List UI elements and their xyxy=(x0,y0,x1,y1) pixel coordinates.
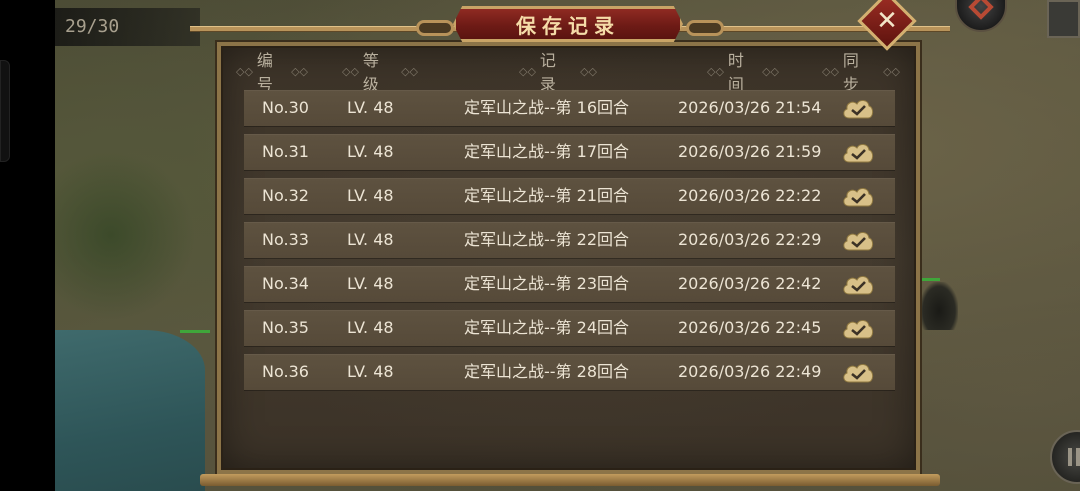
record-number: No.35 xyxy=(262,318,309,337)
record-level: LV. 48 xyxy=(347,318,394,337)
side-panel-button[interactable] xyxy=(1047,0,1080,38)
record-title: 定军山之战--第 16回合 xyxy=(464,98,629,117)
column-header-time: ◇◇ 时 间 ◇◇ xyxy=(707,51,779,94)
record-title: 定军山之战--第 28回合 xyxy=(464,362,629,381)
cloud-check-icon xyxy=(843,188,874,207)
record-level: LV. 48 xyxy=(347,186,394,205)
save-record-row[interactable]: No.33 LV. 48 定军山之战--第 22回合 2026/03/26 22… xyxy=(244,222,895,258)
cloud-check-icon xyxy=(843,144,874,163)
save-record-row[interactable]: No.34 LV. 48 定军山之战--第 23回合 2026/03/26 22… xyxy=(244,266,895,302)
cloud-check-icon xyxy=(843,364,874,383)
record-title: 定军山之战--第 24回合 xyxy=(464,318,629,337)
record-level: LV. 48 xyxy=(347,230,394,249)
record-time: 2026/03/26 21:59 xyxy=(678,142,822,161)
scroll-ornament-icon xyxy=(686,20,724,36)
column-header-number: ◇◇ 编 号 ◇◇ xyxy=(236,51,308,94)
record-number: No.34 xyxy=(262,274,309,293)
column-header-record: ◇◇ 记 录 ◇◇ xyxy=(519,51,597,94)
record-level: LV. 48 xyxy=(347,98,394,117)
dialog-title-banner: 保存记录 xyxy=(453,6,683,42)
cloud-check-icon xyxy=(843,232,874,251)
record-time: 2026/03/26 22:42 xyxy=(678,274,822,293)
map-river xyxy=(55,330,205,491)
record-level: LV. 48 xyxy=(347,362,394,381)
map-unit-health-bar xyxy=(180,330,210,333)
column-header-level: ◇◇ 等 级 ◇◇ xyxy=(342,51,418,94)
save-record-row[interactable]: No.31 LV. 48 定军山之战--第 17回合 2026/03/26 21… xyxy=(244,134,895,170)
record-title: 定军山之战--第 21回合 xyxy=(464,186,629,205)
record-number: No.33 xyxy=(262,230,309,249)
column-header-sync: ◇◇ 同 步 ◇◇ xyxy=(822,51,900,94)
save-record-row[interactable]: No.36 LV. 48 定军山之战--第 28回合 2026/03/26 22… xyxy=(244,354,895,390)
record-title: 定军山之战--第 23回合 xyxy=(464,274,629,293)
record-time: 2026/03/26 22:49 xyxy=(678,362,822,381)
record-level: LV. 48 xyxy=(347,274,394,293)
record-time: 2026/03/26 21:54 xyxy=(678,98,822,117)
save-slot-counter: 29/30 xyxy=(55,8,200,46)
record-time: 2026/03/26 22:29 xyxy=(678,230,822,249)
scroll-ornament-icon xyxy=(416,20,454,36)
screen-notch xyxy=(0,60,10,162)
save-record-row[interactable]: No.35 LV. 48 定军山之战--第 24回合 2026/03/26 22… xyxy=(244,310,895,346)
cloud-check-icon xyxy=(843,320,874,339)
record-time: 2026/03/26 22:45 xyxy=(678,318,822,337)
record-level: LV. 48 xyxy=(347,142,394,161)
save-record-row[interactable]: No.32 LV. 48 定军山之战--第 21回合 2026/03/26 22… xyxy=(244,178,895,214)
record-title: 定军山之战--第 22回合 xyxy=(464,230,629,249)
record-number: No.36 xyxy=(262,362,309,381)
dialog-title: 保存记录 xyxy=(516,13,620,38)
cloud-check-icon xyxy=(843,276,874,295)
record-time: 2026/03/26 22:22 xyxy=(678,186,822,205)
map-unit-sprite xyxy=(920,282,958,330)
save-record-row[interactable]: No.30 LV. 48 定军山之战--第 16回合 2026/03/26 21… xyxy=(244,90,895,126)
map-forest-area xyxy=(55,150,195,320)
cloud-check-icon xyxy=(843,100,874,119)
record-title: 定军山之战--第 17回合 xyxy=(464,142,629,161)
record-number: No.31 xyxy=(262,142,309,161)
record-number: No.30 xyxy=(262,98,309,117)
dialog-bottom-frame xyxy=(200,474,940,486)
record-number: No.32 xyxy=(262,186,309,205)
